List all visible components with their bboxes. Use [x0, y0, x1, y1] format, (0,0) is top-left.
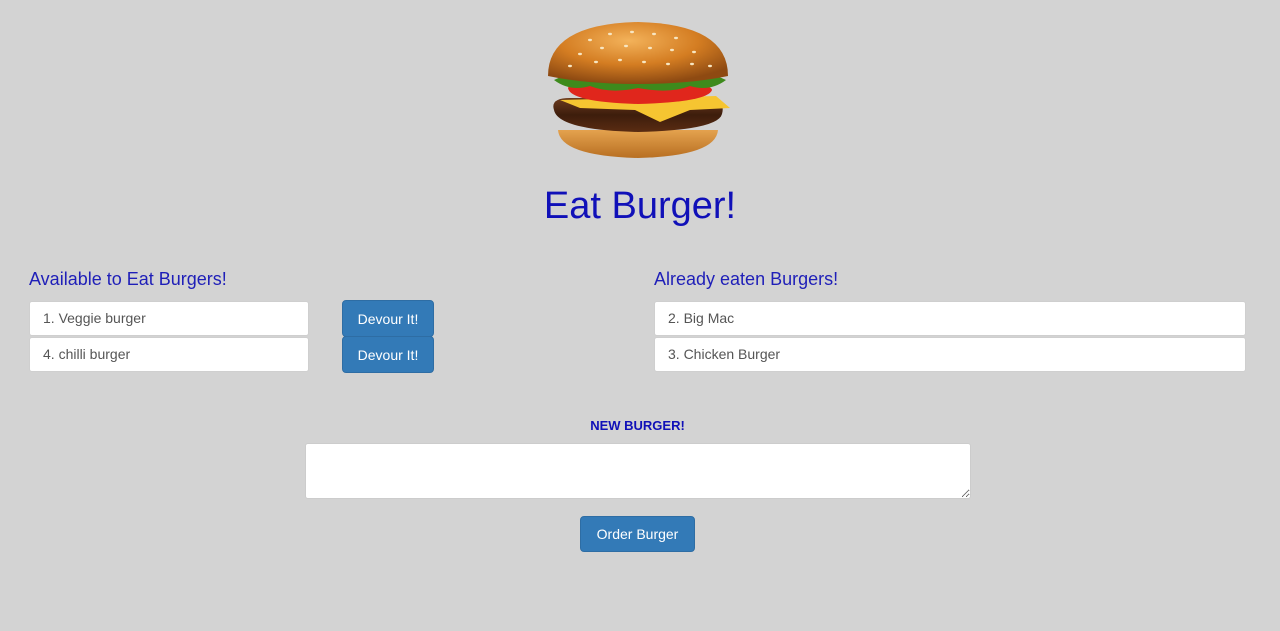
new-burger-label: NEW BURGER!	[590, 418, 685, 433]
burger-icon	[548, 22, 730, 158]
eaten-heading: Already eaten Burgers!	[654, 269, 839, 289]
page: Eat Burger! Available to Eat Burgers! 1.…	[0, 0, 1280, 631]
eaten-burger-item: 2. Big Mac	[654, 301, 1246, 336]
available-heading: Available to Eat Burgers!	[29, 269, 227, 289]
page-title: Eat Burger!	[543, 185, 737, 227]
eaten-burger-item: 3. Chicken Burger	[654, 337, 1246, 372]
available-burger-item: 4. chilli burger	[29, 337, 309, 372]
devour-button[interactable]: Devour It!	[342, 300, 434, 337]
burger-name-input[interactable]	[305, 443, 971, 499]
available-burger-item: 1. Veggie burger	[29, 301, 309, 336]
devour-button[interactable]: Devour It!	[342, 336, 434, 373]
order-burger-button[interactable]: Order Burger	[580, 516, 695, 552]
